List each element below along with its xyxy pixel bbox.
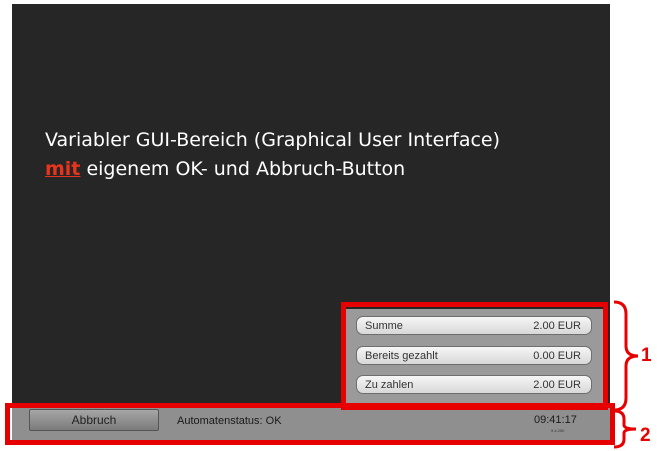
gui-area-mit: mit (45, 158, 81, 180)
gui-area-description: Variabler GUI-Bereich (Graphical User In… (45, 126, 605, 184)
gui-area-line2: eigenem OK- und Abbruch-Button (80, 158, 406, 180)
annotation-label-1: 1 (641, 345, 652, 366)
annotation-label-2: 2 (640, 425, 651, 446)
gui-area-line1: Variabler GUI-Bereich (Graphical User In… (45, 129, 501, 151)
brace-2-icon (613, 409, 637, 449)
brace-1-icon (613, 300, 639, 412)
highlight-frame-1 (341, 302, 608, 410)
highlight-frame-2 (5, 403, 615, 445)
